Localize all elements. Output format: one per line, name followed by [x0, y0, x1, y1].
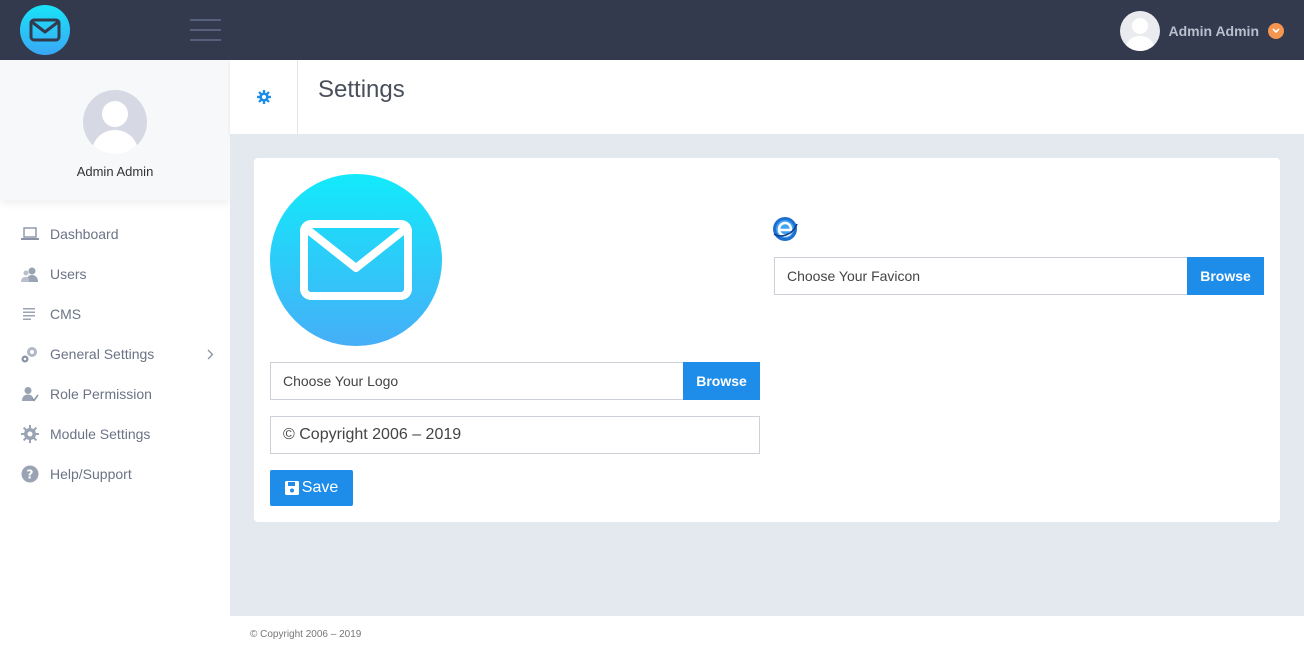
avatar [1119, 11, 1160, 51]
header-icon-box [230, 60, 298, 134]
sidebar-nav: Dashboard Users CMS General Settings Rol… [0, 214, 230, 494]
save-label: Save [301, 479, 339, 496]
brand-logo[interactable] [20, 5, 70, 55]
top-navbar: Admin Admin [0, 0, 1304, 60]
sidebar-item-cms[interactable]: CMS [0, 294, 230, 334]
main-content: Choose Your Logo Browse © Copyright 2006… [230, 134, 1304, 616]
sidebar-item-dashboard[interactable]: Dashboard [0, 214, 230, 254]
chevron-down-icon[interactable] [1268, 23, 1284, 39]
sidebar: Admin Admin Dashboard Users CMS General … [0, 60, 230, 652]
user-check-icon [20, 384, 40, 404]
footer: © Copyright 2006 – 2019 [230, 616, 1304, 652]
sidebar-item-module-settings[interactable]: Module Settings [0, 414, 230, 454]
user-menu[interactable]: Admin Admin [1119, 11, 1284, 51]
sidebar-item-role-permission[interactable]: Role Permission [0, 374, 230, 414]
question-icon: ? [20, 464, 40, 484]
favicon-preview [772, 216, 798, 242]
sidebar-toggle-button[interactable] [190, 19, 221, 41]
user-name: Admin Admin [1168, 23, 1259, 39]
sidebar-item-label: Help/Support [50, 466, 132, 482]
users-icon [20, 264, 40, 284]
footer-copyright: © Copyright 2006 – 2019 [250, 629, 362, 640]
sidebar-item-help-support[interactable]: ? Help/Support [0, 454, 230, 494]
profile-name: Admin Admin [76, 164, 154, 179]
favicon-browse-button[interactable]: Browse [1187, 257, 1264, 295]
sidebar-item-general-settings[interactable]: General Settings [0, 334, 230, 374]
laptop-icon [20, 224, 40, 244]
gear-icon [256, 90, 271, 104]
save-button[interactable]: Save [270, 470, 353, 506]
sidebar-item-label: General Settings [50, 346, 155, 362]
svg-text:?: ? [27, 468, 34, 482]
gears-icon [20, 344, 40, 364]
logo-file-label: Choose Your Logo [283, 373, 399, 389]
logo-preview [270, 174, 442, 346]
sidebar-item-label: Users [50, 266, 87, 282]
chevron-right-icon [207, 347, 214, 363]
copyright-field[interactable]: © Copyright 2006 – 2019 [270, 416, 760, 454]
hamburger-icon [190, 19, 221, 21]
gear-icon [20, 424, 40, 444]
save-icon [284, 481, 299, 495]
sidebar-item-label: Dashboard [50, 226, 119, 242]
envelope-icon [300, 220, 412, 300]
sidebar-item-label: Role Permission [50, 386, 152, 402]
favicon-e-icon [773, 217, 798, 241]
user-silhouette-icon [91, 101, 139, 154]
user-silhouette-icon [1124, 18, 1155, 51]
sidebar-item-users[interactable]: Users [0, 254, 230, 294]
envelope-icon [29, 18, 61, 42]
avatar[interactable] [83, 90, 147, 154]
page-title: Settings [318, 76, 405, 103]
favicon-file-input[interactable]: Choose Your Favicon Browse [774, 257, 1264, 295]
sidebar-profile: Admin Admin [0, 60, 230, 200]
list-icon [20, 304, 40, 324]
logo-file-input[interactable]: Choose Your Logo Browse [270, 362, 760, 400]
page-header: Settings [230, 60, 1304, 134]
logo-browse-button[interactable]: Browse [683, 362, 760, 400]
settings-card: Choose Your Logo Browse © Copyright 2006… [254, 158, 1280, 522]
sidebar-item-label: Module Settings [50, 426, 151, 442]
favicon-file-label: Choose Your Favicon [787, 268, 921, 284]
sidebar-item-label: CMS [50, 306, 82, 322]
